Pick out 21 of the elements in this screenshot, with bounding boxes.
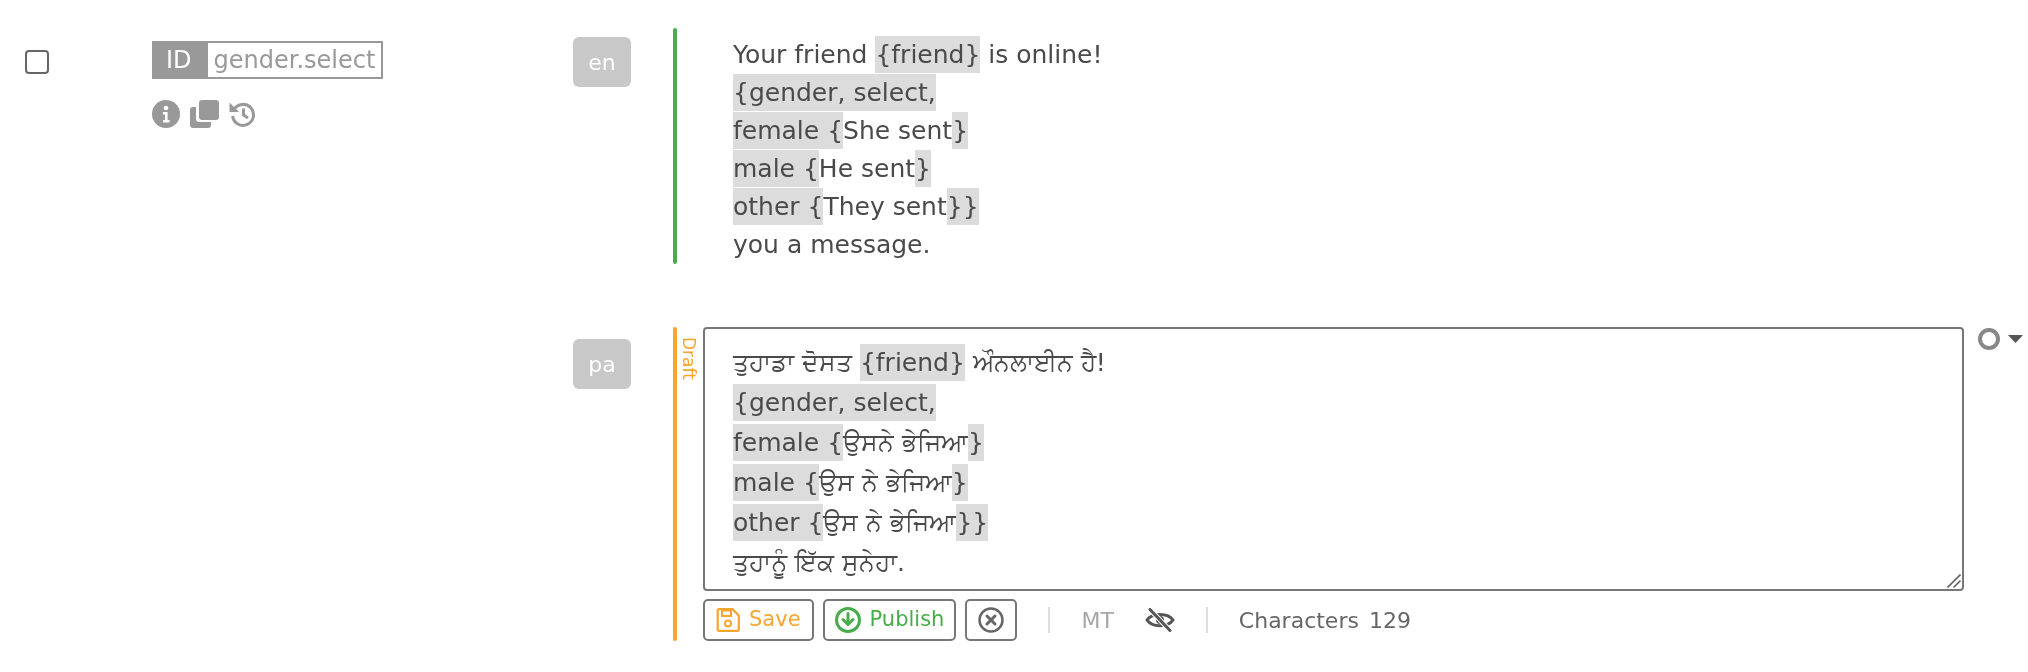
key-value: gender.select [205, 41, 384, 79]
status-circle-icon[interactable] [1978, 328, 2000, 350]
cancel-button[interactable] [965, 599, 1018, 641]
row-checkbox[interactable] [25, 50, 49, 74]
save-button[interactable]: Save [703, 599, 814, 641]
character-count: 129 [1368, 606, 1411, 635]
close-icon [978, 607, 1005, 633]
publish-button[interactable]: Publish [822, 599, 957, 641]
translation-text: ਤੁਹਾਡਾ ਦੋਸਤ {friend} ਔਨਲਾਈਨ ਹੈ! {gender, select, female {ਉਸਨੇ ਭੇਜਿਆ} male {ਉਸ ਨੇ ਭੇਜਿਆ} other {ਉਸ ਨੇ ਭੇਜਿਆ}} ਤੁਹਾਨੂੰ ਇੱਕ ਸੁਨੇਹਾ. [733, 343, 1106, 583]
translation-field[interactable]: ਤੁਹਾਡਾ ਦੋਸਤ {friend} ਔਨਲਾਈਨ ਹੈ! {gender, select, female {ਉਸਨੇ ਭੇਜਿਆ} male {ਉਸ ਨੇ ਭੇਜਿਆ} other {ਉਸ ਨੇ ਭੇਜਿਆ}} ਤੁਹਾਨੂੰ ਇੱਕ ਸੁਨੇਹਾ. [703, 327, 1964, 591]
id-label: ID [152, 41, 206, 79]
info-icon[interactable] [152, 100, 180, 128]
copy-icon[interactable] [190, 100, 219, 128]
arrow-down-circle-icon [834, 607, 861, 633]
source-text: Your friend {friend} is online! {gender, select, female {She sent} male {He sent} other {They sent}} you a message. [733, 28, 1103, 264]
caret-icon[interactable] [2008, 335, 2023, 343]
history-icon[interactable] [229, 100, 257, 128]
resize-handle-icon[interactable] [1947, 574, 1961, 588]
characters-label: Characters [1238, 606, 1359, 635]
status-label: Draft [679, 337, 699, 380]
eye-slash-icon[interactable] [1144, 608, 1175, 632]
